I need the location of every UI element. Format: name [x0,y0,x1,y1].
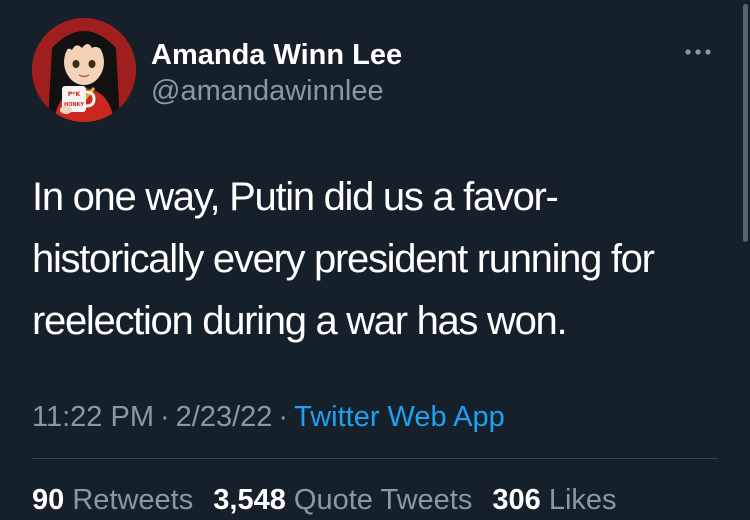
tweet-text-line: In one way, Putin did us a favor- [32,175,559,219]
retweets-stat[interactable]: 90 Retweets [32,484,193,516]
more-horizontal-icon [685,49,711,55]
scrollbar-thumb[interactable] [743,4,748,242]
quote-tweets-label: Quote Tweets [293,484,473,516]
author-handle[interactable]: @amandawinnlee [151,74,384,108]
tweet-text-line: historically every president running for [32,237,655,281]
tweet-card: P*K HONKY Amanda Winn Lee @amandawinnlee… [0,0,750,516]
meta-separator: · [159,401,170,433]
tweet-stats: 90 Retweets 3,548 Quote Tweets 306 Likes [32,480,629,520]
avatar-image: P*K HONKY [32,18,136,122]
tweet-text: In one way, Putin did us a favor- histor… [32,166,722,352]
tweet-text-line: reelection during a war has won. [32,299,568,343]
author-name[interactable]: Amanda Winn Lee [151,38,402,72]
retweets-label: Retweets [72,484,194,516]
tweet-meta: 11:22 PM · 2/23/22 · Twitter Web App [32,397,505,437]
likes-label: Likes [548,484,617,516]
likes-count: 306 [492,484,541,516]
mug-text-top: P*K [68,91,81,98]
quote-tweets-count: 3,548 [213,484,286,516]
tweet-time[interactable]: 11:22 PM [32,401,154,433]
quote-tweets-stat[interactable]: 3,548 Quote Tweets [213,484,472,516]
likes-stat[interactable]: 306 Likes [492,484,616,516]
tweet-date[interactable]: 2/23/22 [176,401,273,433]
more-options-button[interactable] [680,40,720,64]
retweets-count: 90 [32,484,65,516]
tweet-source-link[interactable]: Twitter Web App [294,401,505,433]
divider [32,458,718,459]
meta-separator: · [278,401,289,433]
avatar[interactable]: P*K HONKY [32,18,136,122]
